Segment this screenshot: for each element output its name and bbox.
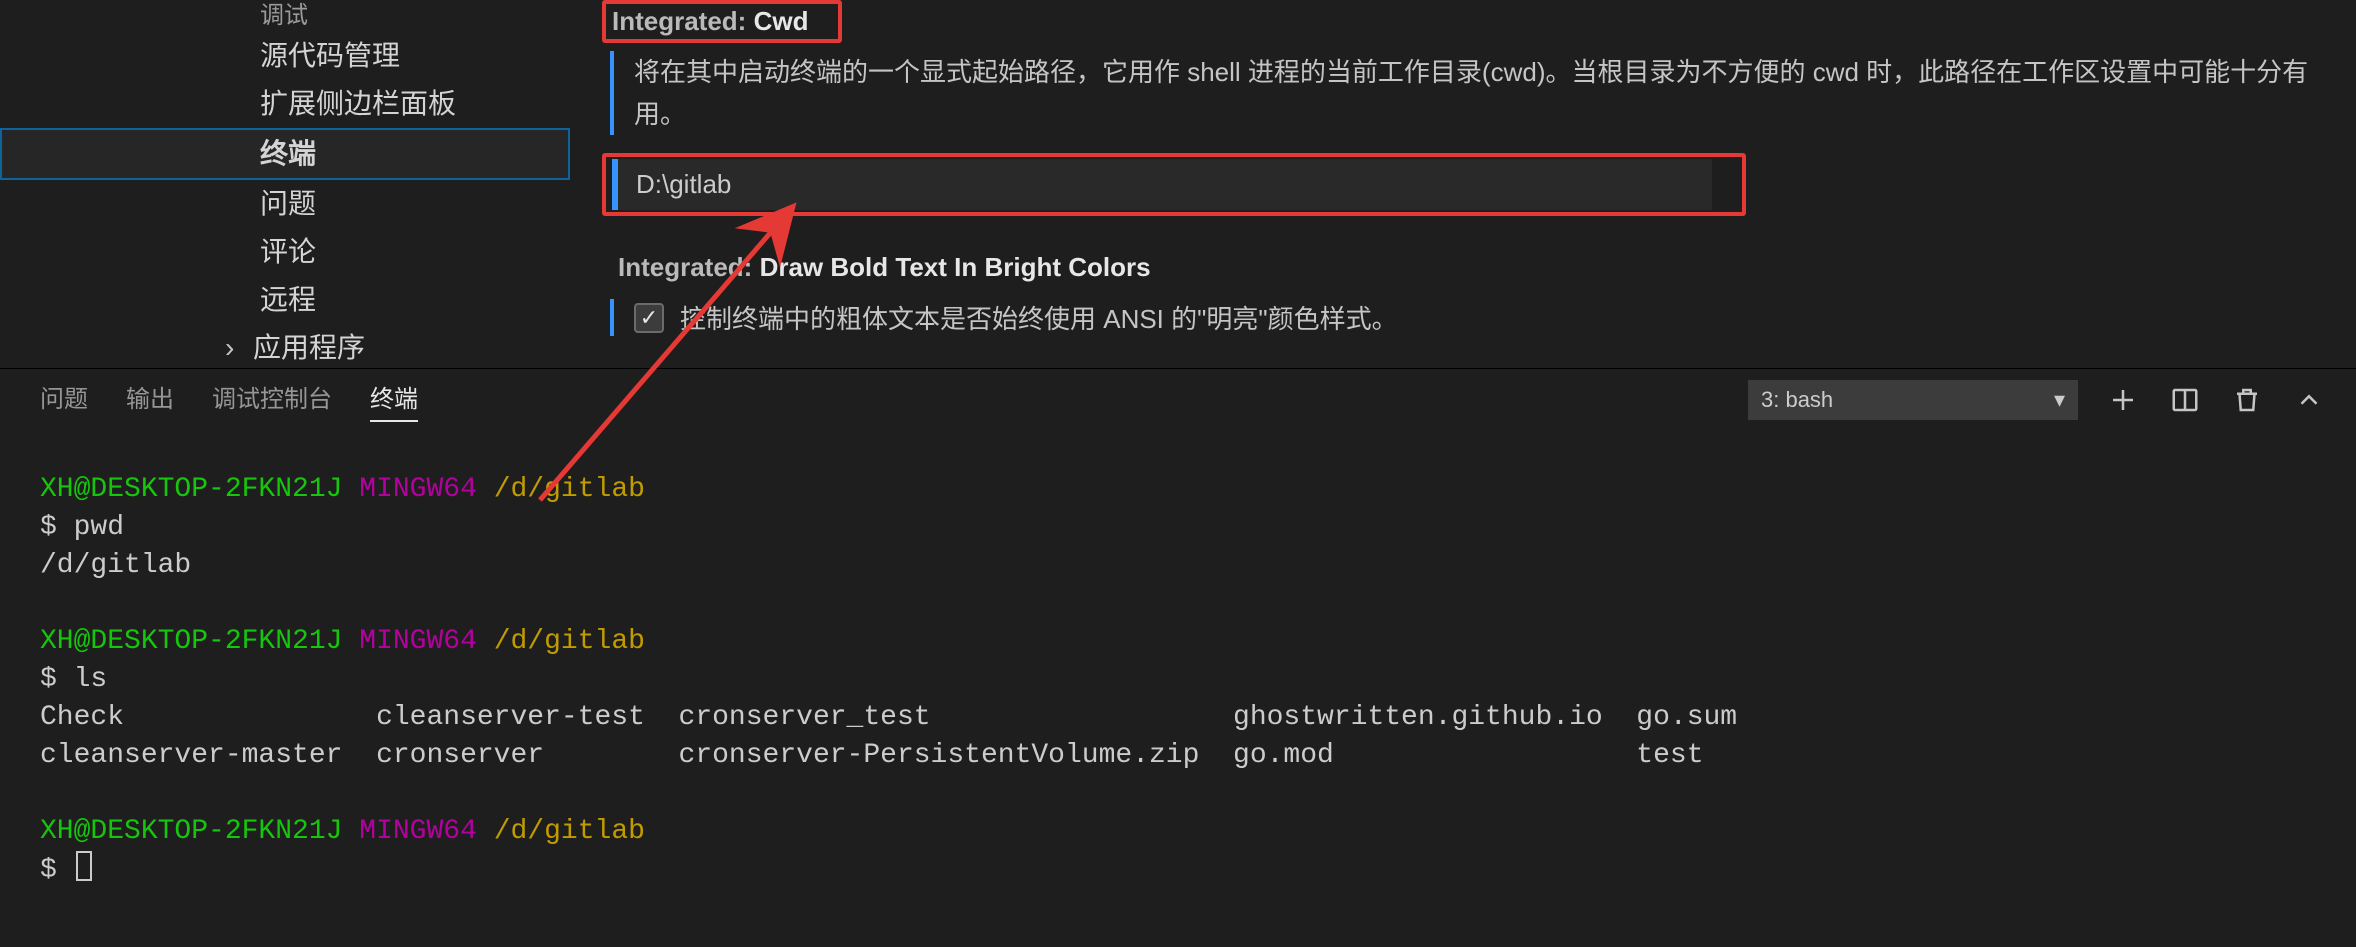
- term-user-2: XH@DESKTOP-2FKN21J: [40, 626, 342, 657]
- setting-cwd-name: Cwd: [754, 6, 809, 36]
- maximize-panel-button[interactable]: [2292, 383, 2326, 417]
- terminal-selector-label: 3: bash: [1761, 387, 1833, 413]
- term-out-pwd: /d/gitlab: [40, 550, 191, 581]
- chevron-down-icon: ▾: [2054, 387, 2065, 413]
- term-ls-row1: Check cleanserver-test cronserver_test g…: [40, 702, 1737, 733]
- panel-header: 问题 输出 调试控制台 终端 3: bash ▾: [0, 369, 2356, 431]
- term-path: /d/gitlab: [494, 474, 645, 505]
- bottom-panel: 问题 输出 调试控制台 终端 3: bash ▾ XH@DESKTOP-2FK: [0, 368, 2356, 910]
- terminal-output[interactable]: XH@DESKTOP-2FKN21J MINGW64 /d/gitlab $ p…: [0, 431, 2356, 910]
- term-env-2: MINGW64: [359, 626, 477, 657]
- setting-cwd-input[interactable]: [612, 159, 1712, 210]
- panel-tab-terminal[interactable]: 终端: [370, 379, 418, 422]
- settings-content: Integrated: Cwd 将在其中启动终端的一个显式起始路径，它用作 sh…: [570, 0, 2356, 368]
- setting-bold-label: 控制终端中的粗体文本是否始终使用 ANSI 的"明亮"颜色样式。: [680, 299, 1398, 336]
- sidebar-item-terminal[interactable]: 终端: [0, 128, 570, 180]
- new-terminal-button[interactable]: [2106, 383, 2140, 417]
- panel-tab-problems[interactable]: 问题: [40, 379, 88, 422]
- sidebar-item-scm[interactable]: 源代码管理: [0, 32, 570, 80]
- sidebar-item-debug[interactable]: 调试: [0, 0, 570, 32]
- setting-bold-prefix: Integrated:: [618, 252, 760, 282]
- settings-sidebar: 调试 源代码管理 扩展侧边栏面板 终端 问题 评论 远程 ›应用程序: [0, 0, 570, 368]
- panel-tab-output[interactable]: 输出: [126, 379, 174, 422]
- terminal-selector[interactable]: 3: bash ▾: [1748, 380, 2078, 420]
- term-user-3: XH@DESKTOP-2FKN21J: [40, 816, 342, 847]
- sidebar-item-ext-panel[interactable]: 扩展侧边栏面板: [0, 80, 570, 128]
- setting-bold-header: Integrated: Draw Bold Text In Bright Col…: [610, 246, 1161, 289]
- term-path-3: /d/gitlab: [494, 816, 645, 847]
- setting-cwd-desc: 将在其中启动终端的一个显式起始路径，它用作 shell 进程的当前工作目录(cw…: [610, 51, 2310, 135]
- setting-integrated-cwd: Integrated: Cwd 将在其中启动终端的一个显式起始路径，它用作 sh…: [610, 0, 2356, 216]
- term-env: MINGW64: [359, 474, 477, 505]
- sidebar-item-remote[interactable]: 远程: [0, 276, 570, 324]
- term-user: XH@DESKTOP-2FKN21J: [40, 474, 342, 505]
- panel-tab-debug-console[interactable]: 调试控制台: [212, 379, 332, 422]
- setting-bold-checkbox[interactable]: ✓: [634, 303, 664, 333]
- chevron-right-icon: ›: [225, 324, 243, 372]
- split-terminal-button[interactable]: [2168, 383, 2202, 417]
- sidebar-item-apps[interactable]: › 应用程序: [0, 324, 570, 372]
- term-cmd-ls: ls: [74, 664, 108, 695]
- term-ls-row2: cleanserver-master cronserver cronserver…: [40, 740, 1704, 771]
- sidebar-apps-label: 应用程序: [253, 332, 365, 363]
- setting-integrated-bold: Integrated: Draw Bold Text In Bright Col…: [610, 246, 2356, 336]
- term-cmd-pwd: pwd: [74, 512, 124, 543]
- terminal-cursor: [76, 851, 92, 881]
- term-path-2: /d/gitlab: [494, 626, 645, 657]
- setting-cwd-header: Integrated: Cwd: [602, 0, 842, 43]
- setting-cwd-prefix: Integrated:: [612, 6, 754, 36]
- sidebar-item-comments[interactable]: 评论: [0, 228, 570, 276]
- setting-cwd-input-highlight: [602, 153, 1746, 216]
- sidebar-item-problems[interactable]: 问题: [0, 180, 570, 228]
- term-env-3: MINGW64: [359, 816, 477, 847]
- kill-terminal-button[interactable]: [2230, 383, 2264, 417]
- setting-bold-name: Draw Bold Text In Bright Colors: [760, 252, 1151, 282]
